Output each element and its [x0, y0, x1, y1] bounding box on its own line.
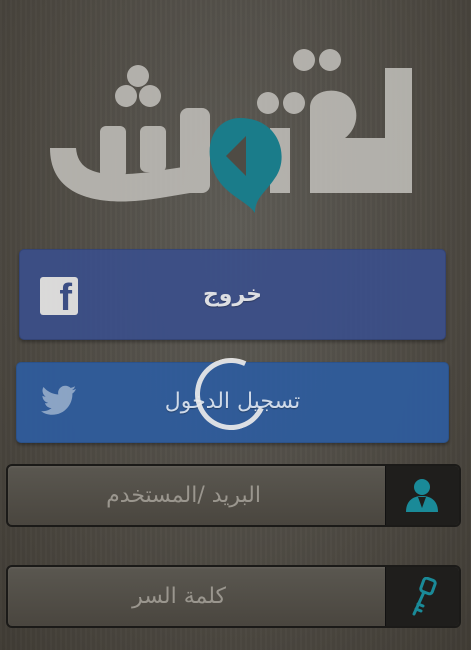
username-placeholder: البريد /المستخدم — [106, 483, 261, 508]
password-placeholder: كلمة السر — [132, 584, 226, 609]
password-icon-box — [385, 567, 459, 626]
facebook-button[interactable]: f خروج — [19, 249, 446, 340]
facebook-button-label: خروج — [202, 282, 263, 307]
username-field[interactable]: البريد /المستخدم — [6, 464, 461, 527]
username-icon-box — [385, 466, 459, 525]
password-field[interactable]: كلمة السر — [6, 565, 461, 628]
user-icon — [406, 479, 438, 512]
app-logo — [50, 49, 412, 213]
key-icon — [412, 577, 437, 616]
